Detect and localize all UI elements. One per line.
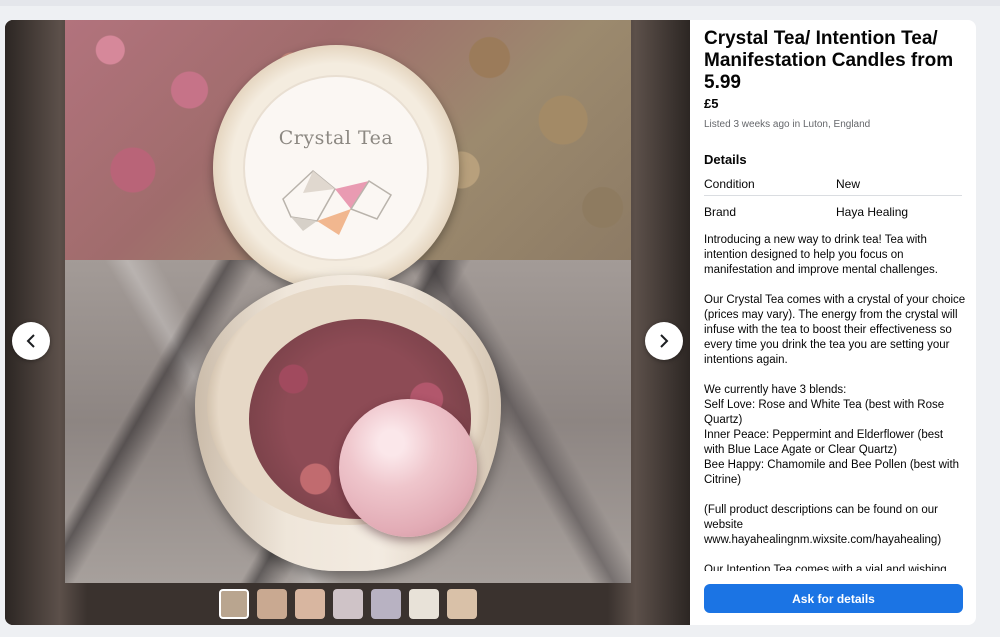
teacup-logo-icon [282,170,393,235]
tea-tin [195,275,501,571]
lid-label-text: Crystal Tea [278,127,394,149]
media-viewer: Crystal Tea [5,20,690,625]
lid-label: Crystal Tea [243,75,429,261]
listing-title: Crystal Tea/ Intention Tea/ Manifestatio… [704,28,954,93]
details-heading: Details [704,152,747,167]
detail-value: Haya Healing [836,205,909,219]
listing-price: £5 [704,96,719,111]
rose-quartz-crystal [339,399,477,537]
listing-meta: Listed 3 weeks ago in Luton, England [704,119,871,130]
detail-value: New [836,177,861,191]
thumbnail[interactable] [295,589,325,619]
tin-lid: Crystal Tea [213,45,459,291]
ask-for-details-button[interactable]: Ask for details [704,584,963,613]
listing-details-panel: Crystal Tea/ Intention Tea/ Manifestatio… [690,20,976,625]
thumbnail[interactable] [257,589,287,619]
detail-row-brand: Brand Haya Healing [704,200,962,224]
top-bar [0,0,1000,6]
thumbnail-strip [219,589,477,619]
previous-photo-button[interactable] [12,322,50,360]
thumbnail[interactable] [371,589,401,619]
detail-key: Condition [704,177,755,191]
detail-key: Brand [704,205,737,219]
listing-description: Introducing a new way to drink tea! Tea … [704,234,966,571]
thumbnail[interactable] [333,589,363,619]
detail-row-condition: Condition New [704,172,962,196]
chevron-right-icon [660,334,669,348]
tin-contents [249,319,477,537]
next-photo-button[interactable] [645,322,683,360]
thumbnail[interactable] [219,589,249,619]
tin-rim [207,285,489,537]
thumbnail[interactable] [447,589,477,619]
listing-photo[interactable]: Crystal Tea [65,20,631,583]
thumbnail[interactable] [409,589,439,619]
chevron-left-icon [26,334,35,348]
